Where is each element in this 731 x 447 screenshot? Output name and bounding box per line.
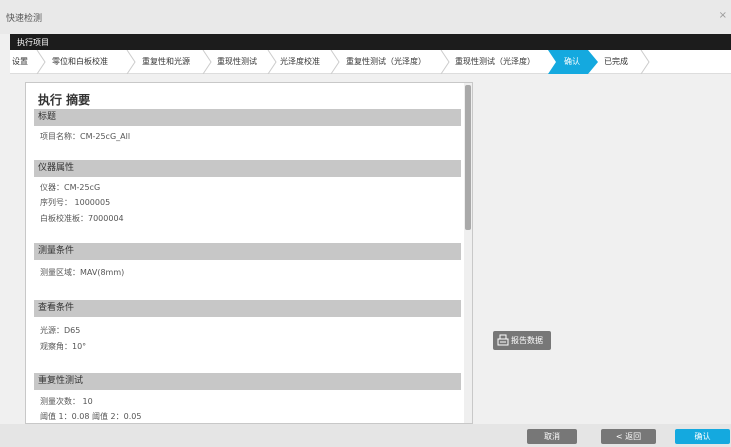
section-heading-instrument: 仪器属性: [34, 160, 461, 177]
summary-panel: 执行 摘要 标题 项目名称：CM-25cG_All 仪器属性 仪器：CM-25c…: [25, 82, 473, 424]
step-zero-white-calibration[interactable]: 零位和白板校准: [50, 50, 136, 74]
chevron-separator-icon: [202, 50, 212, 74]
wizard-steps: 设置 零位和白板校准 重复性和光源 重现性测试 光泽度校准 重复性测试（光泽度）…: [10, 50, 731, 74]
confirm-button[interactable]: 确认: [675, 429, 730, 444]
step-repeatability-light[interactable]: 重复性和光源: [140, 50, 212, 74]
report-print-icon: [497, 334, 509, 346]
step-label: 重现性测试（光泽度）: [455, 57, 535, 66]
chevron-separator-icon: [440, 50, 450, 74]
step-label: 已完成: [604, 57, 628, 66]
cancel-button[interactable]: 取消: [527, 429, 577, 444]
serial-number-row: 序列号： 1000005: [40, 198, 111, 207]
step-confirm[interactable]: 确认: [548, 50, 598, 74]
measurement-area-row: 测量区域：MAV(8mm): [40, 268, 125, 277]
section-heading-title: 标题: [34, 109, 461, 126]
illuminant-row: 光源：D65: [40, 326, 81, 335]
chevron-separator-icon: [36, 50, 46, 74]
chevron-separator-icon: [330, 50, 340, 74]
report-data-label: 报告数据: [511, 336, 543, 345]
step-label: 零位和白板校准: [52, 57, 108, 66]
observer-row: 观察角：10°: [40, 342, 87, 351]
step-label: 重现性测试: [217, 57, 257, 66]
step-setup[interactable]: 设置: [10, 50, 46, 74]
threshold-row: 阈值 1：0.08 阈值 2：0.05: [40, 412, 142, 421]
instrument-row: 仪器：CM-25cG: [40, 183, 101, 192]
chevron-separator-icon: [126, 50, 136, 74]
quick-check-window: 快速检测 × 执行项目 设置 零位和白板校准 重复性和光源 重现性测试 光泽度校…: [0, 0, 731, 447]
step-gloss-calibration[interactable]: 光泽度校准: [278, 50, 340, 74]
step-repeatability-gloss[interactable]: 重复性测试（光泽度）: [344, 50, 450, 74]
step-label: 重复性测试（光泽度）: [346, 57, 426, 66]
section-bar-label: 执行项目: [17, 38, 49, 47]
report-data-button[interactable]: 报告数据: [493, 331, 551, 350]
chevron-separator-icon: [267, 50, 277, 74]
summary-title: 执行 摘要: [38, 93, 91, 107]
back-button[interactable]: < 返回: [601, 429, 656, 444]
step-completed[interactable]: 已完成: [602, 50, 652, 74]
measure-count-row: 测量次数： 10: [40, 397, 93, 406]
chevron-separator-icon: [640, 50, 650, 74]
step-label: 重复性和光源: [142, 57, 190, 66]
section-heading-measurement: 测量条件: [34, 243, 461, 260]
step-label: 确认: [564, 57, 580, 66]
step-reproducibility-gloss[interactable]: 重现性测试（光泽度）: [453, 50, 553, 74]
step-label: 光泽度校准: [280, 57, 320, 66]
section-heading-repeatability: 重复性测试: [34, 373, 461, 390]
white-plate-row: 白板校准板：7000004: [40, 214, 124, 223]
step-label: 设置: [12, 57, 28, 66]
title-bar: 快速检测 ×: [0, 0, 731, 34]
step-reproducibility-test[interactable]: 重现性测试: [215, 50, 277, 74]
section-heading-viewing: 查看条件: [34, 300, 461, 317]
close-icon[interactable]: ×: [719, 10, 727, 21]
project-name-row: 项目名称：CM-25cG_All: [40, 132, 131, 141]
window-title: 快速检测: [6, 14, 43, 24]
section-bar: 执行项目: [10, 34, 731, 50]
scrollbar-thumb[interactable]: [465, 85, 471, 230]
scrollbar[interactable]: [464, 83, 472, 423]
